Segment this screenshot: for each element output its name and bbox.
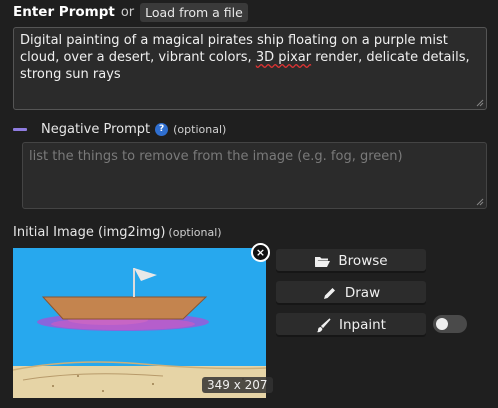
initial-image-title: Initial Image (img2img) <box>13 225 166 240</box>
folder-open-icon <box>315 256 331 267</box>
pen-icon <box>323 287 335 299</box>
draw-label: Draw <box>344 285 381 301</box>
negative-prompt-textarea[interactable]: list the things to remove from the image… <box>22 142 487 209</box>
resize-handle-icon[interactable] <box>476 99 484 107</box>
inpaint-button[interactable]: Inpaint <box>276 313 426 337</box>
resize-handle-icon[interactable] <box>476 198 484 206</box>
pirate-ship-image <box>12 248 267 398</box>
initial-image-label: Initial Image (img2img) (optional) <box>13 225 222 240</box>
load-from-file-button[interactable]: Load from a file <box>140 2 248 22</box>
negative-placeholder: list the things to remove from the image… <box>29 149 403 164</box>
negative-optional-label: (optional) <box>173 122 227 136</box>
prompt-text-misspelled: 3D pixar <box>255 50 312 65</box>
image-dimensions-badge: 349 x 207 <box>202 377 273 393</box>
toggle-knob <box>436 318 448 330</box>
initial-image-optional: (optional) <box>168 226 222 239</box>
remove-image-button[interactable]: × <box>251 243 270 262</box>
collapse-minus-icon[interactable] <box>13 127 27 131</box>
negative-prompt-label: Negative Prompt <box>41 121 151 137</box>
prompt-title: Enter Prompt <box>13 4 115 20</box>
prompt-textarea[interactable]: Digital painting of a magical pirates sh… <box>13 27 487 110</box>
close-icon: × <box>255 246 266 259</box>
inpaint-toggle[interactable] <box>433 315 467 333</box>
help-icon[interactable]: ? <box>155 122 169 136</box>
or-text: or <box>120 4 135 20</box>
paintbrush-icon <box>316 317 331 332</box>
inpaint-label: Inpaint <box>339 317 386 333</box>
browse-label: Browse <box>338 253 388 269</box>
browse-button[interactable]: Browse <box>276 249 426 273</box>
negative-prompt-toggle[interactable]: Negative Prompt ? (optional) <box>13 119 226 139</box>
prompt-header: Enter Prompt or Load from a file <box>13 2 248 22</box>
initial-image-preview[interactable] <box>12 248 267 398</box>
draw-button[interactable]: Draw <box>276 281 426 305</box>
